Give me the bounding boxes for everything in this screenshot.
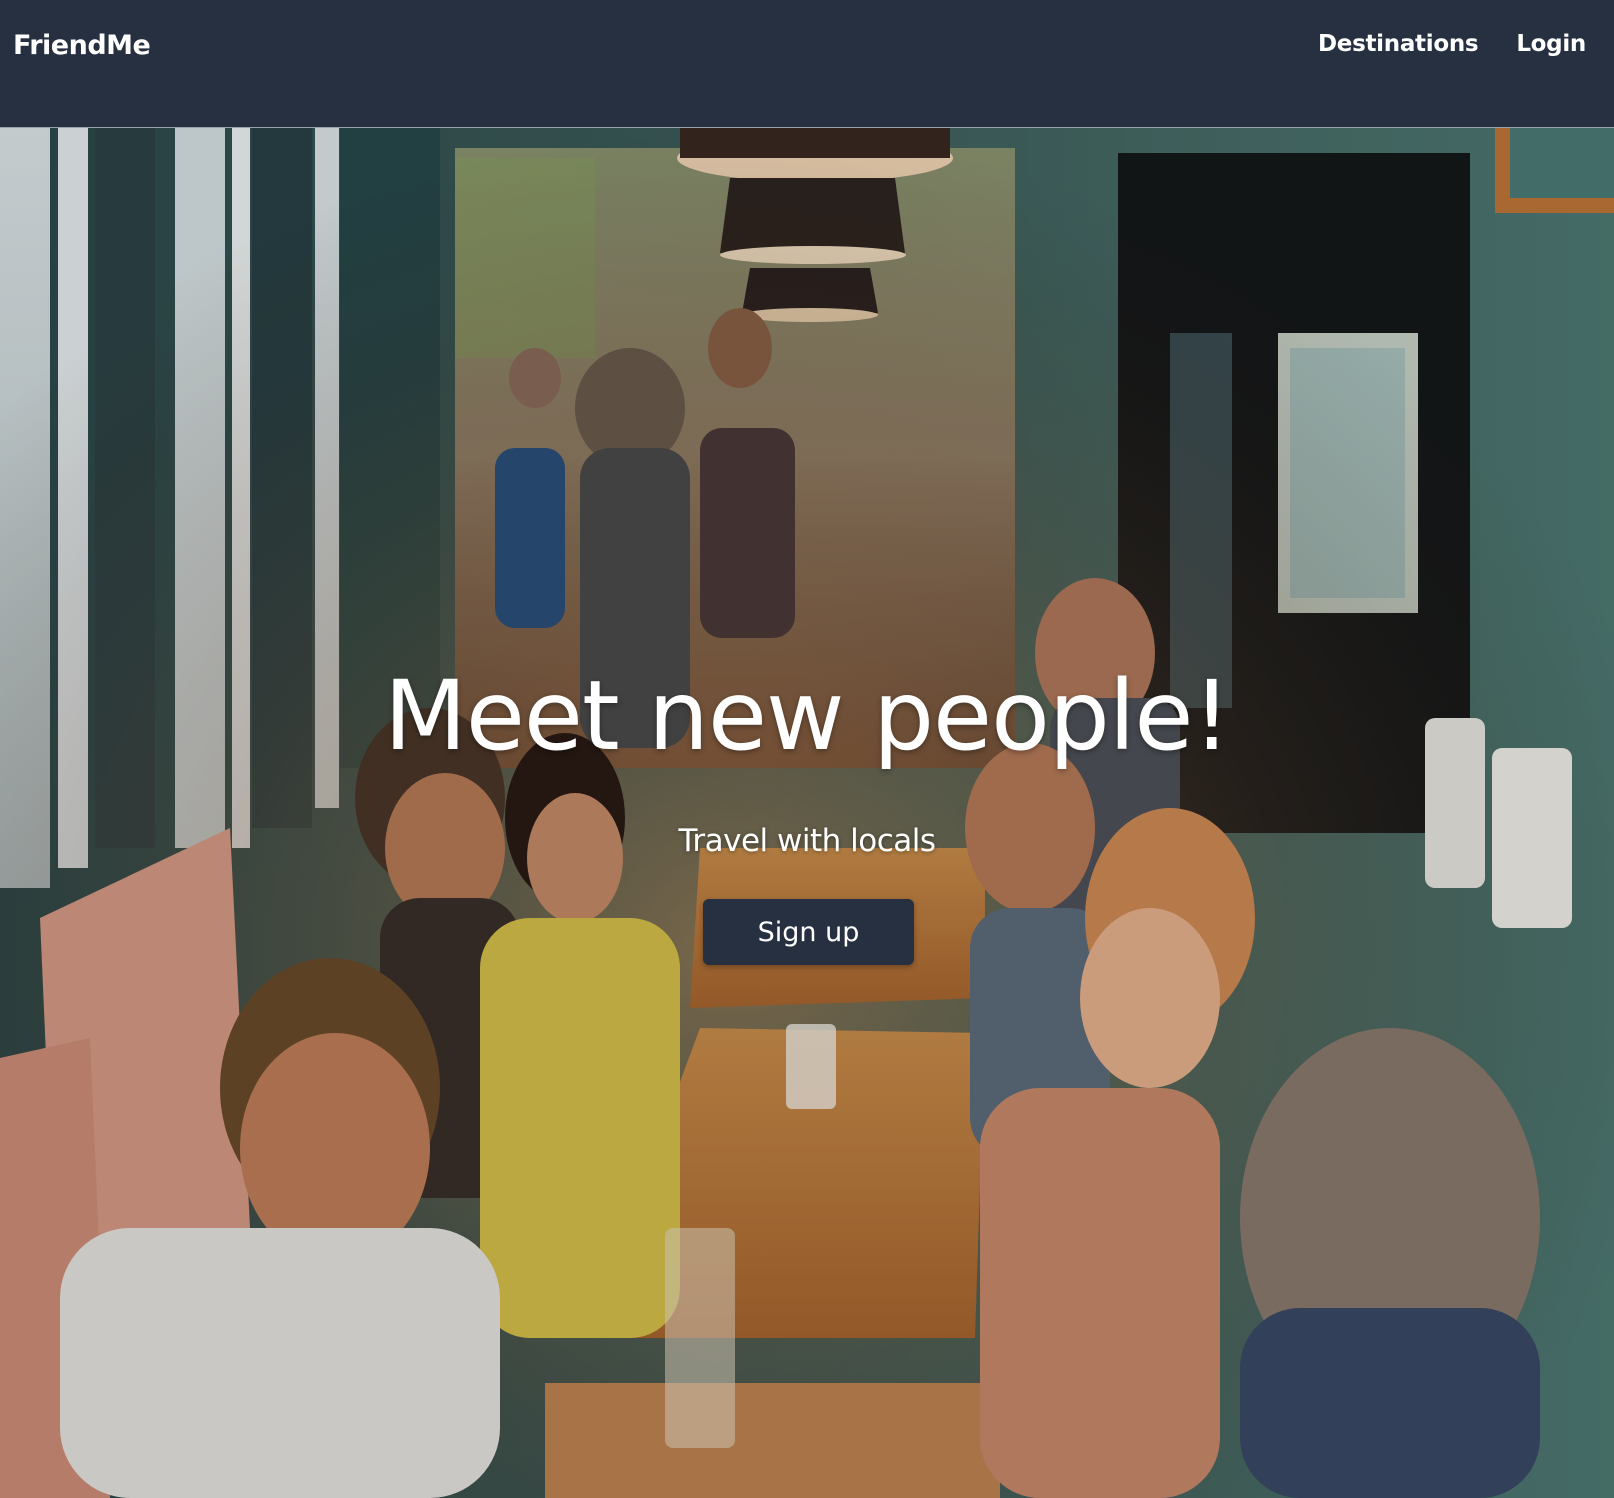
- signup-button[interactable]: Sign up: [703, 899, 914, 965]
- hero-section: Meet new people! Travel with locals Sign…: [0, 128, 1614, 1498]
- brand-logo-link[interactable]: FriendMe: [13, 30, 151, 61]
- nav-link-destinations[interactable]: Destinations: [1318, 31, 1479, 57]
- nav-link-login[interactable]: Login: [1516, 31, 1586, 57]
- nav-links: Destinations Login: [1318, 31, 1586, 57]
- navbar: FriendMe Destinations Login: [0, 0, 1614, 128]
- hero-background-image: [0, 128, 1614, 1498]
- hero-subtitle: Travel with locals: [678, 823, 936, 859]
- hero-title: Meet new people!: [384, 660, 1231, 772]
